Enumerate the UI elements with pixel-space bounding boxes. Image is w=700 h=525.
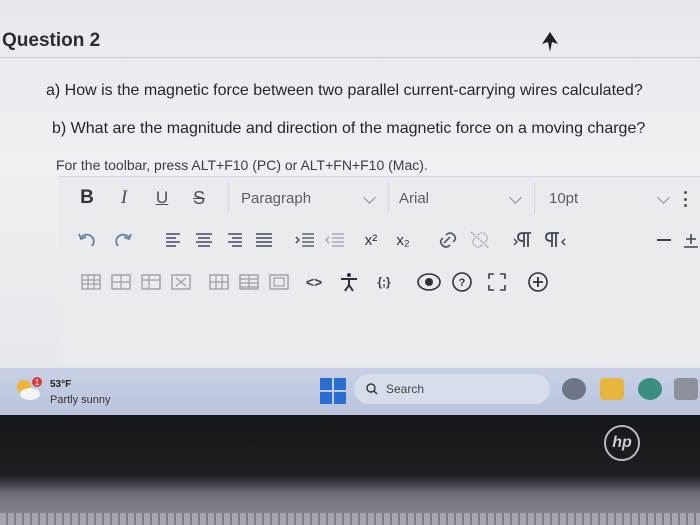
table-merge-icon[interactable]: [268, 269, 290, 295]
toolbar-hint: For the toolbar, press ALT+F10 (PC) or A…: [56, 157, 428, 173]
app-icon[interactable]: [674, 378, 698, 400]
chevron-down-icon: [657, 191, 670, 204]
rich-text-editor[interactable]: B I U S Paragraph Arial 10pt x² x₂ <> {;…: [58, 176, 700, 364]
question-header: Question 2: [0, 22, 700, 58]
keyboard-edge: [0, 513, 700, 525]
partly-sunny-icon[interactable]: 1: [12, 376, 42, 404]
table-row-icon[interactable]: [208, 269, 230, 295]
accessibility-icon[interactable]: [338, 269, 360, 295]
horizontal-rule-icon[interactable]: [654, 227, 674, 253]
taskbar: 1 53°F Partly sunny Search: [0, 368, 700, 415]
table-delete-icon[interactable]: [170, 269, 192, 295]
mouse-cursor-icon: [542, 32, 558, 52]
taskbar-search[interactable]: Search: [354, 374, 550, 404]
svg-text:?: ?: [459, 277, 466, 289]
table-col-icon[interactable]: [238, 269, 260, 295]
subscript-button[interactable]: x₂: [390, 227, 416, 253]
rtl-icon[interactable]: [544, 227, 568, 253]
table-icon[interactable]: [80, 269, 102, 295]
add-content-icon[interactable]: [526, 269, 550, 295]
font-select[interactable]: Arial: [388, 183, 534, 213]
superscript-button[interactable]: x²: [358, 227, 384, 253]
font-size-select[interactable]: 10pt: [534, 183, 682, 213]
edge-browser-icon[interactable]: [638, 378, 662, 400]
paragraph-select-value: Paragraph: [241, 189, 312, 207]
font-size-select-value: 10pt: [549, 189, 579, 207]
strikethrough-button[interactable]: S: [188, 185, 210, 211]
windows-start-icon[interactable]: [320, 378, 346, 404]
search-label: Search: [386, 382, 425, 396]
svg-text:1: 1: [35, 378, 40, 387]
underline-button[interactable]: U: [152, 185, 172, 211]
question-part-a: a) How is the magnetic force between two…: [46, 82, 643, 99]
code-button[interactable]: <>: [302, 269, 326, 295]
unlink-icon[interactable]: [468, 227, 492, 253]
fullscreen-icon[interactable]: [486, 269, 508, 295]
laptop-bezel: hp: [0, 415, 700, 525]
weather-description: Partly sunny: [50, 394, 111, 406]
add-icon[interactable]: [682, 227, 700, 253]
font-select-value: Arial: [399, 189, 430, 207]
hp-logo: hp: [604, 425, 640, 461]
more-options-icon[interactable]: [684, 191, 688, 207]
weather-temperature: 53°F: [50, 379, 72, 390]
file-explorer-icon[interactable]: [600, 378, 624, 400]
italic-button[interactable]: I: [114, 185, 134, 211]
question-title: Question 2: [2, 30, 101, 51]
paragraph-select[interactable]: Paragraph: [228, 183, 388, 213]
justify-icon[interactable]: [254, 227, 274, 253]
align-right-icon[interactable]: [224, 227, 244, 253]
align-center-icon[interactable]: [194, 227, 214, 253]
align-left-icon[interactable]: [164, 227, 184, 253]
search-icon: [366, 383, 378, 395]
toolbar-row-alignment: x² x₂: [58, 223, 700, 257]
indent-icon[interactable]: [294, 227, 316, 253]
math-button[interactable]: {;}: [370, 269, 398, 295]
table-insert-icon[interactable]: [110, 269, 132, 295]
toolbar-row-insert: <> {;} ?: [58, 265, 700, 299]
meet-app-icon[interactable]: [562, 378, 586, 400]
preview-icon[interactable]: [416, 269, 442, 295]
help-icon[interactable]: ?: [450, 269, 474, 295]
bold-button[interactable]: B: [76, 185, 98, 211]
laptop-screen: Question 2 a) How is the magnetic force …: [0, 0, 700, 415]
ltr-icon[interactable]: [512, 227, 536, 253]
outdent-icon[interactable]: [324, 227, 346, 253]
toolbar-row-formatting: B I U S Paragraph Arial 10pt: [58, 181, 700, 215]
link-icon[interactable]: [436, 227, 460, 253]
table-cell-icon[interactable]: [140, 269, 162, 295]
chevron-down-icon: [509, 191, 522, 204]
undo-icon[interactable]: [76, 227, 98, 253]
redo-icon[interactable]: [112, 227, 134, 253]
chevron-down-icon: [363, 191, 376, 204]
question-part-b: b) What are the magnitude and direction …: [52, 120, 646, 137]
